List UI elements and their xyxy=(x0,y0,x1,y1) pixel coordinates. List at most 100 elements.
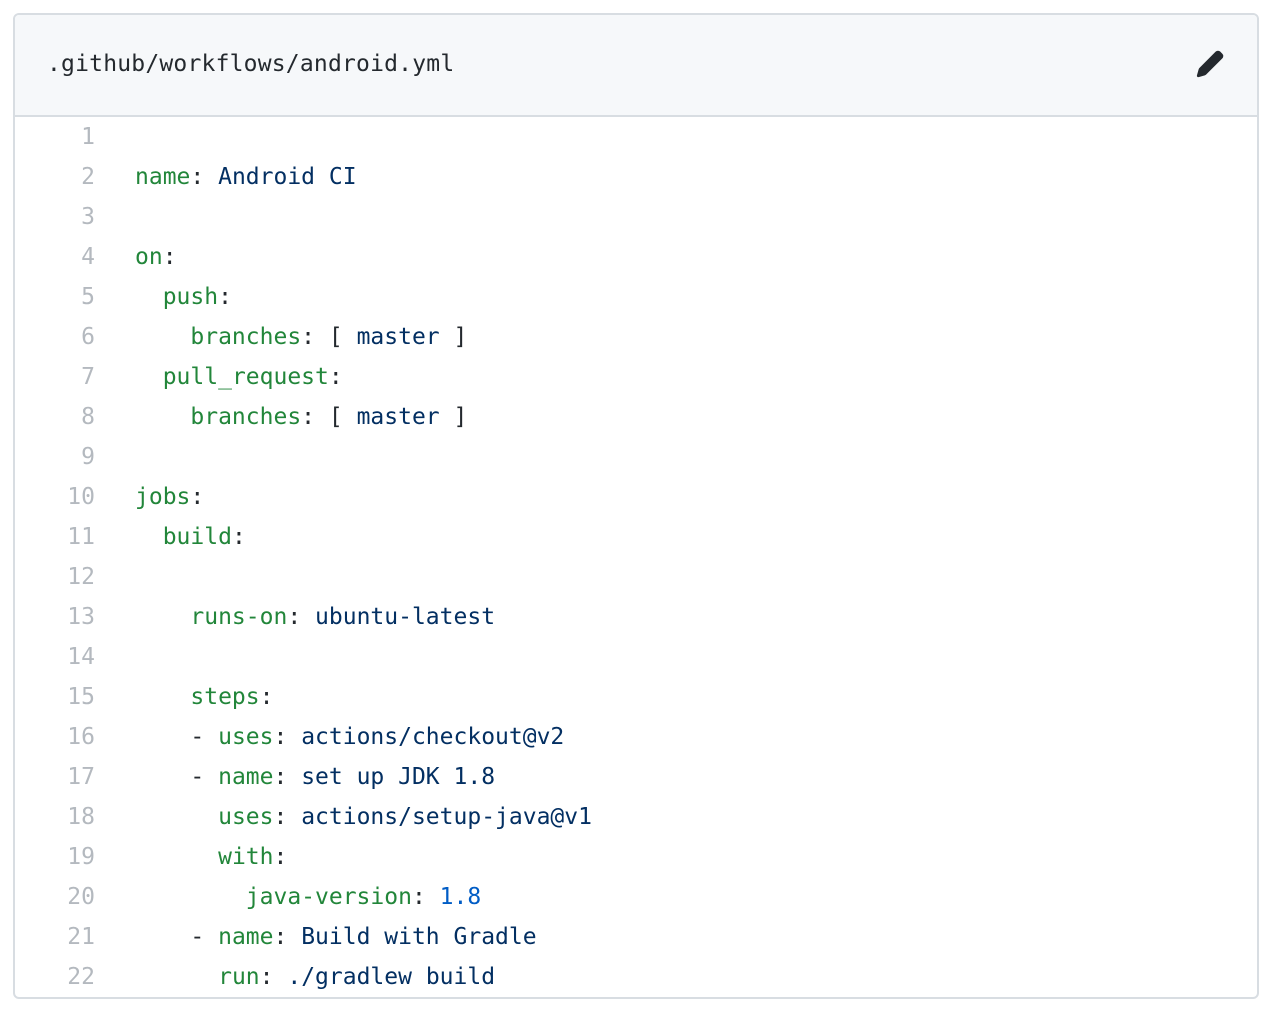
line-code: java-version: 1.8 xyxy=(135,877,481,917)
yaml-value: actions/checkout@v2 xyxy=(301,724,565,750)
line-number[interactable]: 20 xyxy=(15,877,95,917)
yaml-value: actions/setup-java@v1 xyxy=(301,804,592,830)
line-number[interactable]: 17 xyxy=(15,757,95,797)
yaml-key: uses xyxy=(218,804,274,830)
edit-file-button[interactable] xyxy=(1193,47,1227,81)
code-line: 13 runs-on: ubuntu-latest xyxy=(15,597,1257,637)
yaml-key: name xyxy=(218,924,274,950)
code-line: 2 name: Android CI xyxy=(15,157,1257,197)
line-code: on: xyxy=(135,237,177,277)
line-number[interactable]: 7 xyxy=(15,357,95,397)
line-code: with: xyxy=(135,837,287,877)
yaml-punctuation: : xyxy=(162,244,177,270)
line-number[interactable]: 12 xyxy=(15,557,95,597)
yaml-punctuation: : [ xyxy=(301,324,357,350)
yaml-punctuation: ] xyxy=(439,324,468,350)
line-number[interactable]: 4 xyxy=(15,237,95,277)
line-number[interactable]: 16 xyxy=(15,717,95,757)
yaml-punctuation xyxy=(135,844,218,870)
line-code: branches: [ master ] xyxy=(135,397,467,437)
line-number[interactable]: 13 xyxy=(15,597,95,637)
yaml-punctuation xyxy=(135,364,163,390)
code-line: 12 xyxy=(15,557,1257,597)
line-number[interactable]: 5 xyxy=(15,277,95,317)
line-number[interactable]: 6 xyxy=(15,317,95,357)
yaml-punctuation: : xyxy=(190,164,219,190)
line-code: branches: [ master ] xyxy=(135,317,467,357)
code-line: 11 build: xyxy=(15,517,1257,557)
yaml-key: pull_request xyxy=(162,364,329,390)
code-line: 18 uses: actions/setup-java@v1 xyxy=(15,797,1257,837)
line-number[interactable]: 8 xyxy=(15,397,95,437)
code-line: 19 with: xyxy=(15,837,1257,877)
yaml-key: on xyxy=(135,244,163,270)
yaml-punctuation: : xyxy=(259,684,274,710)
line-number[interactable]: 2 xyxy=(15,157,95,197)
yaml-punctuation: : xyxy=(287,604,316,630)
yaml-key: name xyxy=(135,164,191,190)
yaml-key: with xyxy=(218,844,274,870)
yaml-value: ./gradlew build xyxy=(287,964,496,990)
yaml-punctuation: - xyxy=(135,724,219,750)
line-number[interactable]: 21 xyxy=(15,917,95,957)
code-line: 8 branches: [ master ] xyxy=(15,397,1257,437)
file-viewer: .github/workflows/android.yml 1 2 name: An… xyxy=(13,13,1259,999)
line-code: run: ./gradlew build xyxy=(135,957,495,997)
yaml-punctuation xyxy=(135,804,218,830)
yaml-key: steps xyxy=(190,684,260,710)
code-area: 1 2 name: Android CI 3 4 on: 5 push: 6 branches… xyxy=(15,117,1257,997)
code-line: 9 xyxy=(15,437,1257,477)
line-number[interactable]: 15 xyxy=(15,677,95,717)
line-number[interactable]: 22 xyxy=(15,957,95,997)
yaml-punctuation xyxy=(135,284,163,310)
file-header: .github/workflows/android.yml xyxy=(15,15,1257,117)
yaml-punctuation: : xyxy=(231,524,246,550)
line-number[interactable]: 14 xyxy=(15,637,95,677)
code-line: 14 xyxy=(15,637,1257,677)
code-line: 3 xyxy=(15,197,1257,237)
yaml-punctuation: : xyxy=(218,284,232,310)
yaml-value: master xyxy=(356,324,440,350)
code-line: 1 xyxy=(15,117,1257,157)
yaml-punctuation: : xyxy=(190,484,205,510)
line-code: - uses: actions/checkout@v2 xyxy=(135,717,564,757)
yaml-key: jobs xyxy=(135,484,191,510)
yaml-punctuation: : xyxy=(273,844,288,870)
line-code: build: xyxy=(135,517,246,557)
yaml-punctuation: - xyxy=(135,764,219,790)
code-line: 20 java-version: 1.8 xyxy=(15,877,1257,917)
yaml-value: Android CI xyxy=(218,164,357,190)
yaml-punctuation xyxy=(135,684,190,710)
code-line: 4 on: xyxy=(15,237,1257,277)
yaml-punctuation: : xyxy=(273,804,302,830)
yaml-punctuation: : xyxy=(259,964,288,990)
pencil-icon xyxy=(1196,50,1224,78)
line-number[interactable]: 18 xyxy=(15,797,95,837)
yaml-key: build xyxy=(162,524,232,550)
line-number[interactable]: 19 xyxy=(15,837,95,877)
code-line: 22 run: ./gradlew build xyxy=(15,957,1257,997)
line-code: runs-on: ubuntu-latest xyxy=(135,597,495,637)
yaml-punctuation xyxy=(135,884,246,910)
line-code: push: xyxy=(135,277,232,317)
line-code: uses: actions/setup-java@v1 xyxy=(135,797,592,837)
yaml-punctuation: : xyxy=(328,364,343,390)
line-number[interactable]: 1 xyxy=(15,117,95,157)
yaml-value: Build with Gradle xyxy=(301,924,537,950)
code-line: 21 - name: Build with Gradle xyxy=(15,917,1257,957)
line-number[interactable]: 11 xyxy=(15,517,95,557)
line-number[interactable]: 3 xyxy=(15,197,95,237)
yaml-key: name xyxy=(218,764,274,790)
line-number[interactable]: 9 xyxy=(15,437,95,477)
yaml-punctuation: - xyxy=(135,924,219,950)
yaml-punctuation: : xyxy=(273,924,302,950)
line-code: name: Android CI xyxy=(135,157,357,197)
yaml-value: set up JDK 1.8 xyxy=(301,764,496,790)
yaml-punctuation: : xyxy=(273,724,302,750)
yaml-punctuation xyxy=(135,604,190,630)
line-number[interactable]: 10 xyxy=(15,477,95,517)
yaml-key: branches xyxy=(190,324,302,350)
yaml-value: ubuntu-latest xyxy=(315,604,496,630)
yaml-punctuation xyxy=(135,964,218,990)
yaml-punctuation: : [ xyxy=(301,404,357,430)
